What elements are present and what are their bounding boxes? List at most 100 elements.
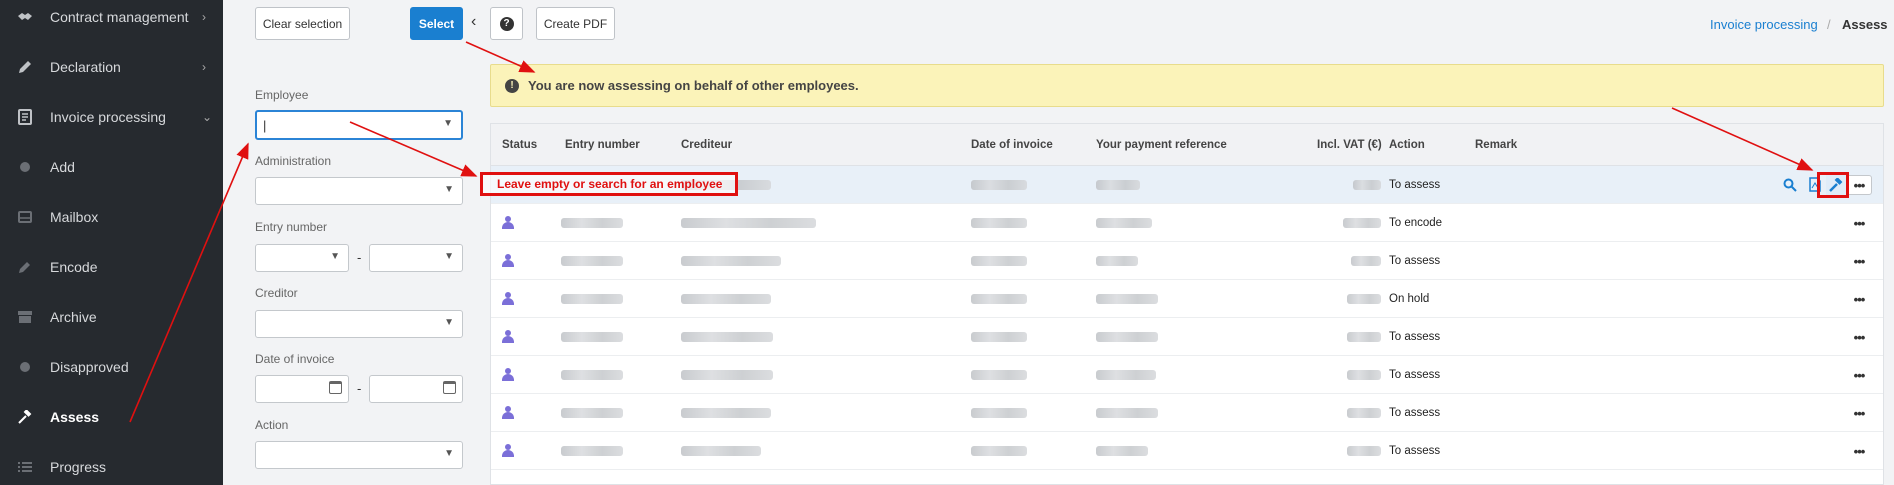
redacted-entry-number xyxy=(561,332,623,342)
table-row[interactable]: To assess ••• xyxy=(491,356,1883,394)
pencil-icon xyxy=(17,59,33,75)
redacted-date xyxy=(971,256,1027,266)
table-row[interactable]: To encode ••• xyxy=(491,204,1883,242)
row-action: To assess xyxy=(1389,445,1441,457)
redacted-date xyxy=(971,218,1027,228)
table-row[interactable]: To assess ••• xyxy=(491,242,1883,280)
alert-text: You are now assessing on behalf of other… xyxy=(528,78,859,93)
clear-selection-button[interactable]: Clear selection xyxy=(255,7,350,40)
redacted-entry-number xyxy=(561,218,623,228)
sidebar-item-label: Archive xyxy=(50,309,97,325)
employee-label: Employee xyxy=(255,88,309,102)
sidebar-item-mailbox[interactable]: Mailbox xyxy=(0,192,223,242)
sidebar-item-archive[interactable]: Archive xyxy=(0,292,223,342)
search-icon[interactable] xyxy=(1783,178,1797,197)
page-title: Assess xyxy=(1842,17,1888,32)
redacted-reference xyxy=(1096,294,1158,304)
redacted-reference xyxy=(1096,180,1140,190)
table-row[interactable]: On hold ••• xyxy=(491,280,1883,318)
redacted-amount xyxy=(1347,370,1381,380)
redacted-entry-number xyxy=(561,256,623,266)
header-payment-reference[interactable]: Your payment reference xyxy=(1096,139,1227,151)
redacted-amount xyxy=(1351,256,1381,266)
sidebar-item-contract-management[interactable]: Contract management › xyxy=(0,0,223,42)
redacted-reference xyxy=(1096,370,1156,380)
date-to-input[interactable] xyxy=(369,375,463,403)
chevron-left-icon[interactable]: ‹ xyxy=(471,13,476,31)
header-remark[interactable]: Remark xyxy=(1475,139,1517,151)
redacted-amount xyxy=(1347,332,1381,342)
row-action: To assess xyxy=(1389,369,1441,381)
header-date-of-invoice[interactable]: Date of invoice xyxy=(971,139,1053,151)
chevron-down-icon: ⌄ xyxy=(202,110,213,124)
header-status[interactable]: Status xyxy=(502,139,537,151)
row-action: To assess xyxy=(1389,255,1441,267)
redacted-entry-number xyxy=(561,408,623,418)
user-icon xyxy=(502,292,514,305)
action-select[interactable]: ▼ xyxy=(255,441,463,469)
sidebar-item-label: Mailbox xyxy=(50,209,99,225)
sidebar-item-progress[interactable]: Progress xyxy=(0,442,223,485)
sidebar-item-label: Declaration xyxy=(50,59,121,75)
more-options-button[interactable]: ••• xyxy=(1846,289,1872,309)
annotation-callout: Leave empty or search for an employee xyxy=(480,172,738,196)
sidebar-item-label: Invoice processing xyxy=(50,109,166,125)
redacted-crediteur xyxy=(681,332,773,342)
select-button[interactable]: Select xyxy=(410,7,463,40)
redacted-crediteur xyxy=(681,218,816,228)
header-action[interactable]: Action xyxy=(1389,139,1425,151)
sidebar-item-assess[interactable]: Assess xyxy=(0,392,223,442)
redacted-date xyxy=(971,446,1027,456)
redacted-reference xyxy=(1096,256,1138,266)
creditor-select[interactable]: ▼ xyxy=(255,310,463,338)
more-options-button[interactable]: ••• xyxy=(1846,403,1872,423)
archive-icon xyxy=(17,309,33,325)
sidebar-item-encode[interactable]: Encode xyxy=(0,242,223,292)
range-separator: - xyxy=(357,381,362,396)
header-incl-vat[interactable]: Incl. VAT (€) xyxy=(1317,139,1382,151)
table-row[interactable]: To assess ••• xyxy=(491,394,1883,432)
redacted-crediteur xyxy=(681,294,771,304)
range-separator: - xyxy=(357,250,362,265)
sidebar: Contract management › Declaration › Invo… xyxy=(0,0,223,485)
redacted-crediteur xyxy=(681,256,781,266)
breadcrumb-parent[interactable]: Invoice processing xyxy=(1710,17,1818,32)
calendar-icon[interactable] xyxy=(443,381,456,394)
more-options-button[interactable]: ••• xyxy=(1846,251,1872,271)
chevron-down-icon: ▼ xyxy=(444,251,454,262)
employee-select[interactable]: | ▼ xyxy=(255,110,463,140)
more-options-button[interactable]: ••• xyxy=(1846,175,1872,195)
table-row[interactable]: To assess ••• xyxy=(491,318,1883,356)
redacted-date xyxy=(971,370,1027,380)
more-options-button[interactable]: ••• xyxy=(1846,327,1872,347)
date-from-input[interactable] xyxy=(255,375,349,403)
edit-icon xyxy=(17,259,33,275)
gavel-icon xyxy=(17,409,33,425)
annotation-highlight-box xyxy=(1817,172,1849,198)
header-crediteur[interactable]: Crediteur xyxy=(681,139,732,151)
sidebar-item-add[interactable]: Add xyxy=(0,142,223,192)
more-options-button[interactable]: ••• xyxy=(1846,441,1872,461)
sidebar-item-invoice-processing[interactable]: Invoice processing ⌄ xyxy=(0,92,223,142)
sidebar-item-declaration[interactable]: Declaration › xyxy=(0,42,223,92)
calendar-icon[interactable] xyxy=(329,381,342,394)
entry-number-to-select[interactable]: ▼ xyxy=(369,244,463,272)
sidebar-item-label: Disapproved xyxy=(50,359,129,375)
table-row[interactable]: To assess ••• xyxy=(491,432,1883,470)
redacted-date xyxy=(971,408,1027,418)
redacted-entry-number xyxy=(561,446,623,456)
more-options-button[interactable]: ••• xyxy=(1846,365,1872,385)
redacted-crediteur xyxy=(681,408,771,418)
administration-select[interactable]: ▼ xyxy=(255,177,463,205)
sidebar-item-disapproved[interactable]: Disapproved xyxy=(0,342,223,392)
create-pdf-button[interactable]: Create PDF xyxy=(536,7,615,40)
redacted-reference xyxy=(1096,218,1152,228)
inbox-icon xyxy=(17,209,33,225)
chevron-down-icon: ▼ xyxy=(330,251,340,262)
administration-label: Administration xyxy=(255,154,332,168)
entry-number-from-select[interactable]: ▼ xyxy=(255,244,349,272)
header-entry-number[interactable]: Entry number xyxy=(565,139,640,151)
help-button[interactable]: ? xyxy=(490,7,523,40)
row-action: To assess xyxy=(1389,179,1441,191)
more-options-button[interactable]: ••• xyxy=(1846,213,1872,233)
